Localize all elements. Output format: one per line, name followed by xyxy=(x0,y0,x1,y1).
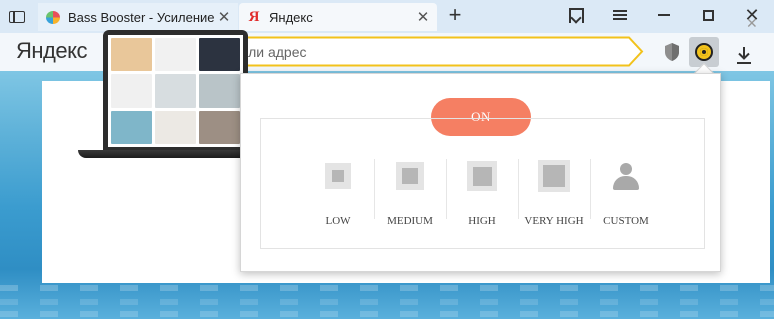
bass-booster-popup: ON LOW MEDIUM HIGH VERY HIGH CUSTOM xyxy=(240,73,721,272)
preset-custom[interactable]: CUSTOM xyxy=(590,156,662,236)
preset-panel: LOW MEDIUM HIGH VERY HIGH CUSTOM xyxy=(260,118,705,249)
maximize-icon xyxy=(702,9,714,21)
feed-tile xyxy=(111,74,152,108)
feed-tile xyxy=(199,110,240,144)
level-very-high-icon xyxy=(538,160,570,192)
feed-tile xyxy=(199,74,240,108)
tab-bass-booster[interactable]: Bass Booster - Усиление Ба ✕ xyxy=(38,3,238,31)
sea-wave xyxy=(0,311,774,317)
preset-medium[interactable]: MEDIUM xyxy=(374,156,446,236)
feed-tile xyxy=(155,38,196,72)
feed-tile xyxy=(155,110,196,144)
tab-yandex[interactable]: Я Яндекс ✕ xyxy=(239,3,437,31)
close-icon[interactable]: ✕ xyxy=(214,8,234,26)
level-high-icon xyxy=(467,161,497,191)
level-low-icon xyxy=(325,163,351,189)
tab-title: Яндекс xyxy=(269,9,313,25)
speaker-icon xyxy=(695,43,713,61)
feed-tile xyxy=(199,38,240,72)
preset-very-high[interactable]: VERY HIGH xyxy=(518,156,590,236)
user-icon xyxy=(612,161,640,191)
feed-tile xyxy=(111,38,152,72)
feed-tile xyxy=(111,110,152,144)
bookmarks-button[interactable] xyxy=(555,0,595,30)
level-medium-icon xyxy=(396,162,424,190)
laptop-base xyxy=(78,150,248,158)
sidebar-icon xyxy=(9,10,25,23)
sidebar-toggle-button[interactable] xyxy=(0,0,34,33)
download-icon xyxy=(737,47,751,64)
minimize-button[interactable] xyxy=(644,0,684,30)
downloads-button[interactable] xyxy=(731,39,757,65)
shield-icon[interactable] xyxy=(664,42,680,62)
preset-low[interactable]: LOW xyxy=(302,156,374,236)
title-bar: Bass Booster - Усиление Ба ✕ Я Яндекс ✕ … xyxy=(0,0,774,33)
maximize-button[interactable] xyxy=(688,0,728,30)
bass-booster-favicon-icon xyxy=(46,10,60,24)
preset-label: HIGH xyxy=(468,215,496,227)
yandex-logo[interactable]: Яндекс xyxy=(16,38,87,64)
laptop-screen xyxy=(103,30,248,150)
preset-high[interactable]: HIGH xyxy=(446,156,518,236)
new-tab-button[interactable]: + xyxy=(443,3,467,29)
preset-label: MEDIUM xyxy=(387,215,433,227)
laptop-illustration xyxy=(78,30,248,166)
sea-wave xyxy=(0,285,774,291)
feed-tile xyxy=(155,74,196,108)
zen-feed-preview xyxy=(108,35,243,147)
preset-label: CUSTOM xyxy=(603,215,649,227)
minimize-icon xyxy=(658,14,670,16)
preset-label: LOW xyxy=(325,215,351,227)
bookmark-icon xyxy=(567,7,584,23)
promo-close-icon[interactable]: ✕ xyxy=(746,15,758,32)
tab-title: Bass Booster - Усиление Ба xyxy=(68,9,214,25)
yandex-favicon-icon: Я xyxy=(248,9,260,25)
sea-wave xyxy=(0,299,774,305)
preset-label: VERY HIGH xyxy=(524,215,584,227)
hamburger-icon xyxy=(613,10,627,20)
close-icon[interactable]: ✕ xyxy=(413,8,433,26)
menu-button[interactable] xyxy=(600,0,640,30)
